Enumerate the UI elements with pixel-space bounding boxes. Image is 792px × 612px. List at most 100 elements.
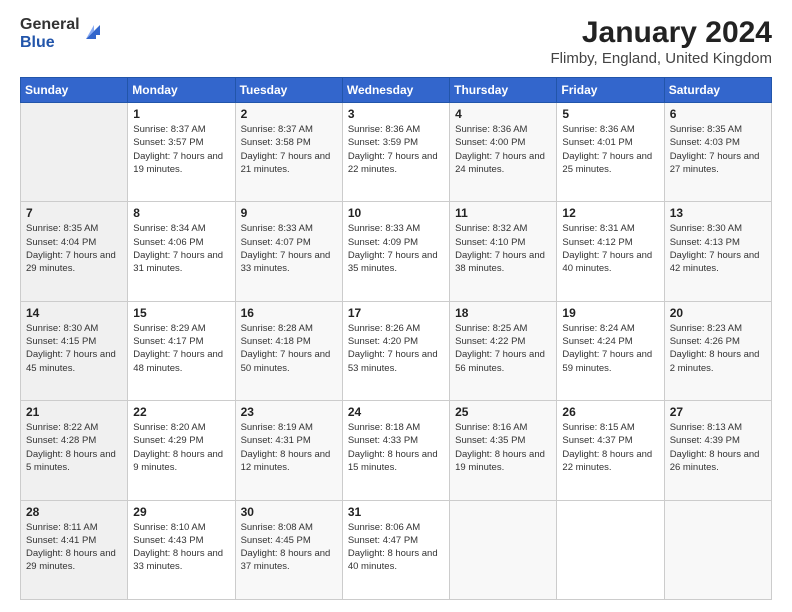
day-number: 14 [26,306,122,320]
day-number: 29 [133,505,229,519]
day-number: 22 [133,405,229,419]
day-number: 20 [670,306,766,320]
day-info: Sunrise: 8:24 AMSunset: 4:24 PMDaylight:… [562,322,658,375]
day-number: 13 [670,206,766,220]
day-number: 12 [562,206,658,220]
day-info: Sunrise: 8:32 AMSunset: 4:10 PMDaylight:… [455,222,551,275]
day-number: 30 [241,505,337,519]
calendar-cell: 6 Sunrise: 8:35 AMSunset: 4:03 PMDaylight… [664,103,771,202]
calendar-week-1: 1 Sunrise: 8:37 AMSunset: 3:57 PMDaylight… [21,103,772,202]
day-info: Sunrise: 8:22 AMSunset: 4:28 PMDaylight:… [26,421,122,474]
day-info: Sunrise: 8:34 AMSunset: 4:06 PMDaylight:… [133,222,229,275]
calendar-cell: 3Sunrise: 8:36 AMSunset: 3:59 PMDaylight… [342,103,449,202]
calendar-week-3: 14 Sunrise: 8:30 AMSunset: 4:15 PMDayligh… [21,301,772,400]
calendar-header-saturday: Saturday [664,78,771,103]
calendar-cell: 23 Sunrise: 8:19 AMSunset: 4:31 PMDayligh… [235,401,342,500]
day-number: 2 [241,107,337,121]
calendar-cell: 15 Sunrise: 8:29 AMSunset: 4:17 PMDayligh… [128,301,235,400]
day-number: 16 [241,306,337,320]
calendar-header-tuesday: Tuesday [235,78,342,103]
day-number: 24 [348,405,444,419]
day-info: Sunrise: 8:19 AMSunset: 4:31 PMDaylight:… [241,421,337,474]
calendar-header-monday: Monday [128,78,235,103]
day-info: Sunrise: 8:30 AMSunset: 4:15 PMDaylight:… [26,322,122,375]
calendar-header-friday: Friday [557,78,664,103]
day-info: Sunrise: 8:30 AMSunset: 4:13 PMDaylight:… [670,222,766,275]
calendar-cell [664,500,771,599]
subtitle: Flimby, England, United Kingdom [551,50,773,67]
day-number: 10 [348,206,444,220]
day-number: 31 [348,505,444,519]
page: General Blue January 2024 Flimby, Englan… [0,0,792,612]
day-info: Sunrise: 8:37 AMSunset: 3:57 PMDaylight:… [133,123,229,176]
day-number: 1 [133,107,229,121]
day-info: Sunrise: 8:36 AMSunset: 4:01 PMDaylight:… [562,123,658,176]
day-number: 28 [26,505,122,519]
day-number: 21 [26,405,122,419]
calendar-cell [450,500,557,599]
day-number: 23 [241,405,337,419]
day-info: Sunrise: 8:33 AMSunset: 4:09 PMDaylight:… [348,222,444,275]
calendar-cell: 4Sunrise: 8:36 AMSunset: 4:00 PMDaylight… [450,103,557,202]
logo: General Blue [20,16,104,51]
day-number: 7 [26,206,122,220]
calendar-cell: 16 Sunrise: 8:28 AMSunset: 4:18 PMDayligh… [235,301,342,400]
day-info: Sunrise: 8:26 AMSunset: 4:20 PMDaylight:… [348,322,444,375]
day-info: Sunrise: 8:10 AMSunset: 4:43 PMDaylight:… [133,521,229,574]
calendar-cell: 20 Sunrise: 8:23 AMSunset: 4:26 PMDayligh… [664,301,771,400]
calendar-cell: 21 Sunrise: 8:22 AMSunset: 4:28 PMDayligh… [21,401,128,500]
day-info: Sunrise: 8:20 AMSunset: 4:29 PMDaylight:… [133,421,229,474]
day-info: Sunrise: 8:28 AMSunset: 4:18 PMDaylight:… [241,322,337,375]
day-number: 8 [133,206,229,220]
day-info: Sunrise: 8:13 AMSunset: 4:39 PMDaylight:… [670,421,766,474]
day-number: 18 [455,306,551,320]
day-info: Sunrise: 8:15 AMSunset: 4:37 PMDaylight:… [562,421,658,474]
logo-blue-text: Blue [20,34,80,52]
day-number: 6 [670,107,766,121]
day-number: 26 [562,405,658,419]
day-info: Sunrise: 8:33 AMSunset: 4:07 PMDaylight:… [241,222,337,275]
calendar-cell: 22 Sunrise: 8:20 AMSunset: 4:29 PMDayligh… [128,401,235,500]
calendar-cell: 14 Sunrise: 8:30 AMSunset: 4:15 PMDayligh… [21,301,128,400]
calendar-week-4: 21 Sunrise: 8:22 AMSunset: 4:28 PMDayligh… [21,401,772,500]
day-info: Sunrise: 8:35 AMSunset: 4:04 PMDaylight:… [26,222,122,275]
calendar-table: SundayMondayTuesdayWednesdayThursdayFrid… [20,77,772,600]
calendar-cell: 1 Sunrise: 8:37 AMSunset: 3:57 PMDaylight… [128,103,235,202]
calendar-cell: 26 Sunrise: 8:15 AMSunset: 4:37 PMDayligh… [557,401,664,500]
calendar-cell: 28Sunrise: 8:11 AMSunset: 4:41 PMDayligh… [21,500,128,599]
calendar-cell: 18 Sunrise: 8:25 AMSunset: 4:22 PMDayligh… [450,301,557,400]
day-info: Sunrise: 8:25 AMSunset: 4:22 PMDaylight:… [455,322,551,375]
day-number: 25 [455,405,551,419]
calendar-cell: 30Sunrise: 8:08 AMSunset: 4:45 PMDayligh… [235,500,342,599]
calendar-header-wednesday: Wednesday [342,78,449,103]
calendar-cell: 19 Sunrise: 8:24 AMSunset: 4:24 PMDayligh… [557,301,664,400]
calendar-header-row: SundayMondayTuesdayWednesdayThursdayFrid… [21,78,772,103]
calendar-header-sunday: Sunday [21,78,128,103]
day-info: Sunrise: 8:18 AMSunset: 4:33 PMDaylight:… [348,421,444,474]
day-number: 11 [455,206,551,220]
day-number: 19 [562,306,658,320]
day-info: Sunrise: 8:35 AMSunset: 4:03 PMDaylight:… [670,123,766,176]
calendar-cell: 25Sunrise: 8:16 AMSunset: 4:35 PMDayligh… [450,401,557,500]
logo-icon [82,21,104,48]
day-info: Sunrise: 8:23 AMSunset: 4:26 PMDaylight:… [670,322,766,375]
day-info: Sunrise: 8:37 AMSunset: 3:58 PMDaylight:… [241,123,337,176]
calendar-cell: 12 Sunrise: 8:31 AMSunset: 4:12 PMDayligh… [557,202,664,301]
calendar-cell: 17 Sunrise: 8:26 AMSunset: 4:20 PMDayligh… [342,301,449,400]
day-info: Sunrise: 8:36 AMSunset: 4:00 PMDaylight:… [455,123,551,176]
day-info: Sunrise: 8:31 AMSunset: 4:12 PMDaylight:… [562,222,658,275]
header: General Blue January 2024 Flimby, Englan… [20,16,772,67]
day-number: 17 [348,306,444,320]
day-number: 9 [241,206,337,220]
calendar-week-2: 7 Sunrise: 8:35 AMSunset: 4:04 PMDaylight… [21,202,772,301]
day-number: 27 [670,405,766,419]
calendar-cell: 27 Sunrise: 8:13 AMSunset: 4:39 PMDayligh… [664,401,771,500]
calendar-cell: 29 Sunrise: 8:10 AMSunset: 4:43 PMDayligh… [128,500,235,599]
title-block: January 2024 Flimby, England, United Kin… [551,16,773,67]
calendar-cell: 11 Sunrise: 8:32 AMSunset: 4:10 PMDayligh… [450,202,557,301]
calendar-cell: 2 Sunrise: 8:37 AMSunset: 3:58 PMDaylight… [235,103,342,202]
day-number: 3 [348,107,444,121]
day-info: Sunrise: 8:29 AMSunset: 4:17 PMDaylight:… [133,322,229,375]
calendar-cell: 31Sunrise: 8:06 AMSunset: 4:47 PMDayligh… [342,500,449,599]
day-number: 15 [133,306,229,320]
